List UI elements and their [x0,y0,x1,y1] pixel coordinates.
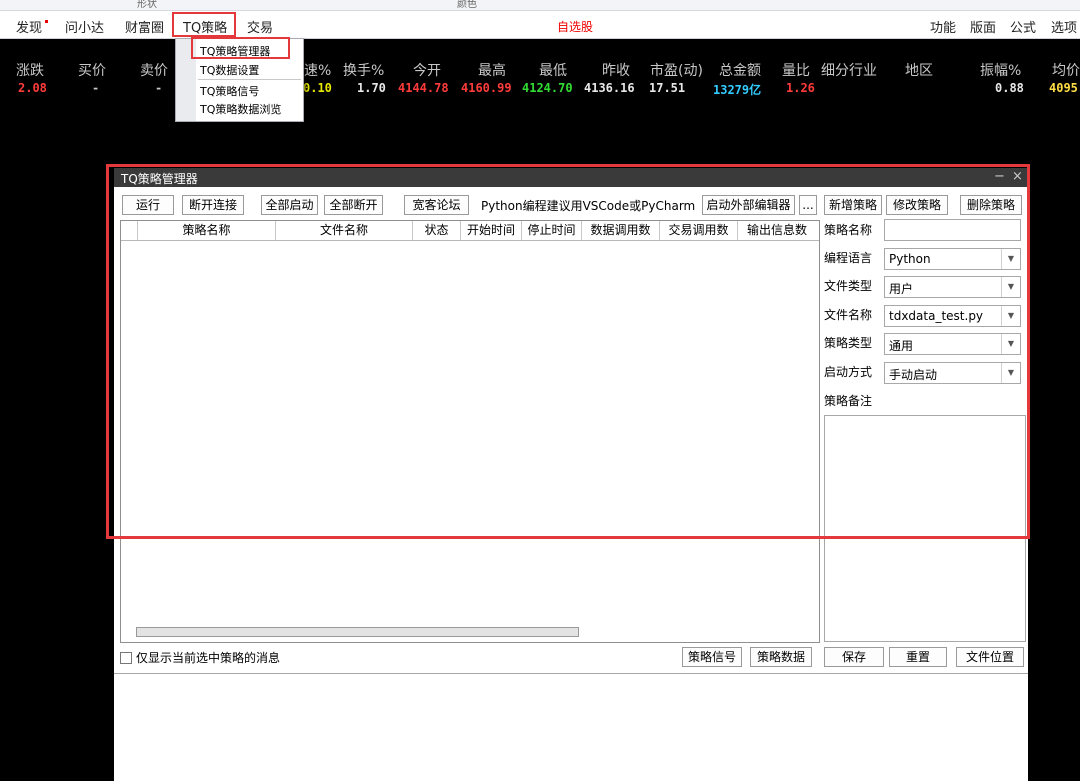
quote-value-1: - [92,81,100,95]
quote-value-5: 4144.78 [398,81,449,95]
quote-value-0: 2.08 [18,81,47,95]
file-location-button[interactable]: 文件位置 [956,647,1024,667]
menu-options[interactable]: 选项 [1051,17,1077,36]
quote-header-4[interactable]: 换手% [343,60,384,80]
quote-value-2: - [155,81,163,95]
quote-header-2[interactable]: 卖价 [140,60,168,80]
quote-header-15[interactable]: 均价 [1052,60,1080,80]
quote-value-14: 0.88 [995,81,1024,95]
menu-item-strategy-signal[interactable]: TQ策略信号 [200,83,259,99]
quote-header-3[interactable]: 速% [304,60,331,80]
tq-menu-highlight [172,12,236,37]
quote-header-13[interactable]: 地区 [905,60,933,80]
quote-header-14[interactable]: 振幅% [980,60,1021,80]
quote-header-11[interactable]: 量比 [782,60,810,80]
menu-layout[interactable]: 版面 [970,17,996,36]
menu-formula[interactable]: 公式 [1010,17,1036,36]
horizontal-scrollbar[interactable] [136,627,579,637]
notification-dot [45,20,49,23]
top-strip-right: 颜色 [457,0,477,10]
quote-value-3: 0.10 [303,81,332,95]
quote-header-10[interactable]: 总金额 [719,60,761,80]
quote-header-12[interactable]: 细分行业 [821,60,877,80]
menu-separator [198,79,301,80]
menu-trade[interactable]: 交易 [247,17,273,36]
menu-function[interactable]: 功能 [930,17,956,36]
top-strip-left: 形状 [137,0,157,10]
save-button[interactable]: 保存 [824,647,884,667]
quote-header-0[interactable]: 涨跌 [16,60,44,80]
quote-header-5[interactable]: 今开 [413,60,441,80]
quote-header-8[interactable]: 昨收 [602,60,630,80]
reset-button[interactable]: 重置 [889,647,947,667]
quote-value-9: 17.51 [649,81,686,95]
top-strip: 形状 颜色 [0,0,1080,11]
quote-header-7[interactable]: 最低 [539,60,567,80]
quote-value-7: 4124.70 [522,81,573,95]
quote-value-6: 4160.99 [461,81,512,95]
watchlist-title: 自选股 [556,20,593,34]
quote-value-10: 13279亿 [713,83,762,97]
strategy-signal-button[interactable]: 策略信号 [682,647,742,667]
quote-value-15: 4095.30 [1049,81,1080,95]
quote-header-6[interactable]: 最高 [478,60,506,80]
menubar: 发现 问小达 财富圈 TQ策略 交易 自选股 功能 版面 公式 选项 [0,11,1080,39]
quote-value-8: 4136.16 [584,81,635,95]
message-panel[interactable] [114,673,1028,781]
strategy-manager-highlight [191,37,290,59]
quote-value-11: 1.26 [786,81,815,95]
menu-item-strategy-data-browse[interactable]: TQ策略数据浏览 [200,101,281,117]
quote-header-1[interactable]: 买价 [78,60,106,80]
quote-header-9[interactable]: 市盈(动) [650,60,703,80]
current-only-label: 仅显示当前选中策略的消息 [136,651,281,665]
strategy-data-button[interactable]: 策略数据 [750,647,812,667]
menu-caifuquan[interactable]: 财富圈 [125,17,164,36]
window-highlight [106,164,1030,539]
menu-item-data-settings[interactable]: TQ数据设置 [200,62,259,78]
menu-discover[interactable]: 发现 [16,17,49,36]
menu-wenxiaoda[interactable]: 问小达 [65,17,104,36]
current-only-checkbox[interactable] [120,652,132,664]
quote-value-4: 1.70 [357,81,386,95]
